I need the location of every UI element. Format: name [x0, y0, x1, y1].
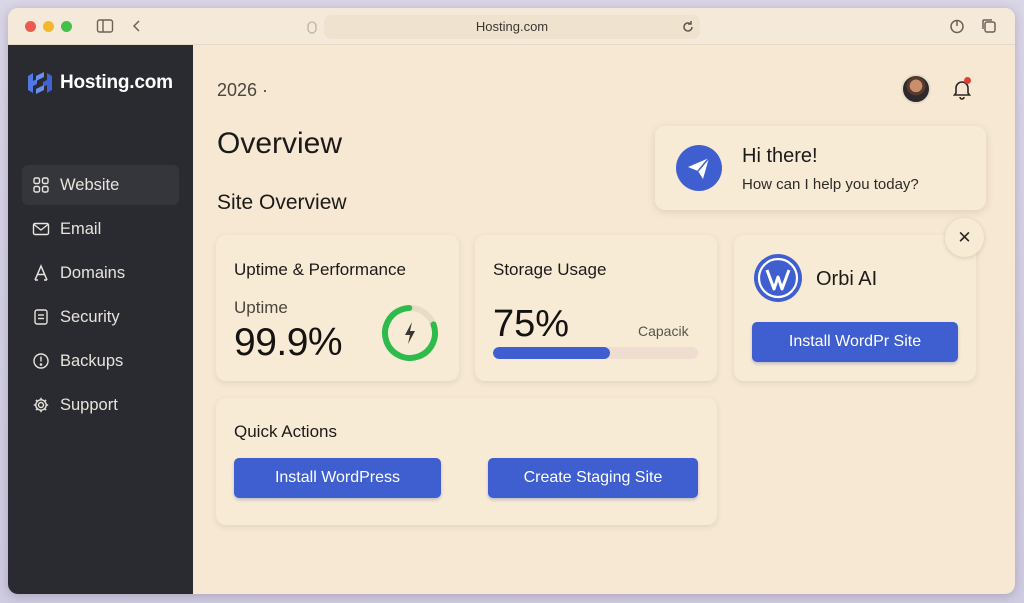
minimize-window-button[interactable] — [43, 21, 54, 32]
storage-capacity-label: Capacik — [638, 323, 689, 339]
storage-card: Storage Usage 75% Capacik — [475, 235, 717, 381]
orbi-ai-card: Orbi AI Install WordPr Site — [734, 235, 976, 381]
quick-actions-title: Quick Actions — [234, 422, 337, 441]
sidebar-item-label: Security — [60, 307, 120, 326]
brand[interactable]: Hosting.com — [24, 67, 173, 99]
section-title: Site Overview — [217, 191, 347, 214]
lock-icon — [307, 21, 317, 34]
uptime-card: Uptime & Performance Uptime 99.9% — [216, 235, 459, 381]
orbi-ai-name: Orbi AI — [816, 268, 878, 290]
uptime-card-title: Uptime & Performance — [234, 260, 406, 279]
sidebar-toggle-icon[interactable] — [96, 17, 114, 35]
notification-badge — [964, 77, 971, 84]
sidebar-item-label: Support — [60, 395, 118, 414]
sidebar-item-label: Email — [60, 219, 102, 238]
install-wordpress-button[interactable]: Install WordPress — [234, 458, 441, 498]
storage-value: 75% — [493, 303, 570, 345]
sidebar-item-domains[interactable]: Domains — [22, 253, 179, 293]
uptime-ring — [382, 305, 438, 361]
address-bar-url: Hosting.com — [475, 19, 549, 34]
sidebar-item-website[interactable]: Website — [22, 165, 179, 205]
maximize-window-button[interactable] — [61, 21, 72, 32]
security-icon — [34, 309, 48, 325]
main-content: 2026 · Overview Site Overview Uptime & P… — [193, 45, 1015, 594]
address-bar[interactable]: Hosting.com — [307, 15, 700, 39]
browser-window: Hosting.com Hosting.com Website Email Do… — [8, 8, 1015, 594]
sidebar-item-label: Domains — [60, 263, 126, 282]
uptime-label: Uptime — [234, 298, 288, 317]
domains-icon — [34, 264, 48, 281]
chat-title: Hi there! — [742, 145, 818, 167]
backups-icon — [33, 353, 49, 369]
create-staging-site-button[interactable]: Create Staging Site — [488, 458, 698, 498]
reload-icon[interactable] — [680, 19, 696, 35]
install-wordpress-site-button[interactable]: Install WordPr Site — [752, 322, 958, 362]
grid-icon — [33, 177, 49, 193]
sidebar-nav: Website Email Domains Security Backups S… — [22, 165, 179, 429]
close-window-button[interactable] — [25, 21, 36, 32]
page-title: Overview — [217, 127, 343, 160]
mail-icon — [32, 222, 50, 236]
quick-actions-card: Quick Actions Install WordPress Create S… — [216, 398, 717, 525]
uptime-value: 99.9% — [234, 321, 343, 364]
chat-subtitle: How can I help you today? — [742, 176, 919, 193]
avatar[interactable] — [901, 74, 931, 104]
chat-popup[interactable]: Hi there! How can I help you today? — [655, 126, 986, 210]
gear-icon — [33, 397, 49, 413]
brand-name: Hosting.com — [60, 72, 173, 93]
storage-progress-bar — [493, 347, 698, 359]
year-selector[interactable]: 2026 · — [217, 80, 268, 101]
send-icon — [676, 145, 722, 191]
lightning-icon — [405, 322, 415, 344]
sidebar-item-backups[interactable]: Backups — [22, 341, 179, 381]
sidebar-item-email[interactable]: Email — [22, 209, 179, 249]
storage-progress-fill — [493, 347, 610, 359]
sidebar-item-label: Website — [60, 175, 120, 194]
sidebar-item-security[interactable]: Security — [22, 297, 179, 337]
wordpress-logo-icon — [754, 254, 802, 302]
brand-logo-icon — [28, 72, 52, 94]
sidebar-item-label: Backups — [60, 351, 124, 370]
sidebar-item-support[interactable]: Support — [22, 385, 179, 425]
sidebar: Hosting.com Website Email Domains Securi… — [8, 45, 193, 594]
tabs-icon[interactable] — [980, 17, 998, 35]
power-icon[interactable] — [948, 17, 966, 35]
browser-titlebar: Hosting.com — [8, 8, 1015, 45]
close-chat-button[interactable]: ✕ — [945, 218, 984, 257]
storage-card-title: Storage Usage — [493, 260, 607, 279]
back-chevron-icon[interactable] — [128, 17, 146, 35]
